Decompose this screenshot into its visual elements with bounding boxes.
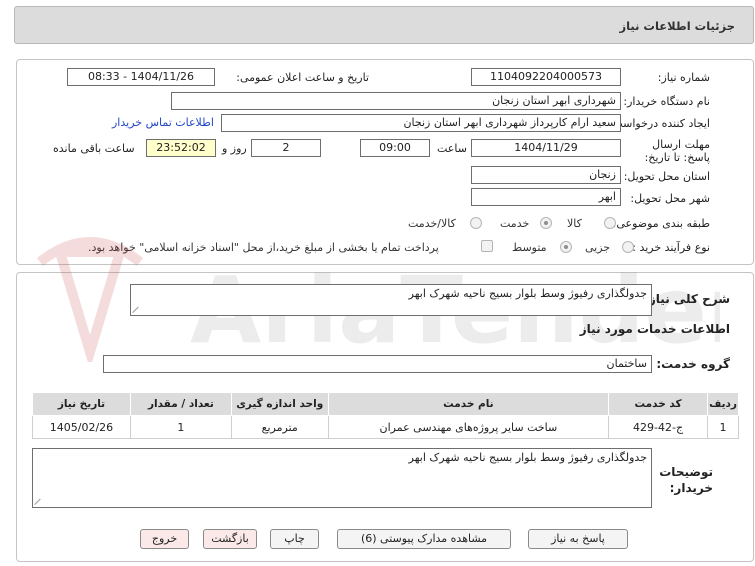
category-goods-radio[interactable] bbox=[604, 217, 616, 229]
print-button[interactable]: چاپ bbox=[270, 529, 319, 549]
need-number-field: 1104092204000573 bbox=[471, 68, 621, 86]
treasury-checkbox[interactable] bbox=[481, 240, 493, 252]
buyer-contact-link[interactable]: اطلاعات تماس خریدار bbox=[112, 116, 214, 129]
back-button[interactable]: بازگشت bbox=[203, 529, 257, 549]
services-table: ردیف کد خدمت نام خدمت واحد اندازه گیری ت… bbox=[32, 392, 739, 439]
col-service-name: نام خدمت bbox=[327, 392, 610, 416]
cell-service-name: ساخت سایر پروژه‌های مهندسی عمران bbox=[327, 415, 610, 439]
buyer-org-field: شهرداری ابهر استان زنجان bbox=[171, 92, 621, 110]
buyer-notes-field: جدولگذاری رفیوژ وسط بلوار بسیج ناحیه شهر… bbox=[32, 448, 652, 508]
table-row: 1 ج-42-429 ساخت سایر پروژه‌های مهندسی عم… bbox=[32, 415, 739, 439]
buyer-notes-text: جدولگذاری رفیوژ وسط بلوار بسیج ناحیه شهر… bbox=[408, 451, 647, 464]
col-unit: واحد اندازه گیری bbox=[230, 392, 329, 416]
deadline-time-label: ساعت bbox=[437, 142, 467, 155]
col-row-number: ردیف bbox=[707, 392, 739, 416]
category-service-radio[interactable] bbox=[540, 217, 552, 229]
title-bar: جزئیات اطلاعات نیاز bbox=[14, 6, 754, 44]
days-field: 2 bbox=[251, 139, 321, 157]
cell-row-number: 1 bbox=[707, 415, 739, 439]
creator-field: سعید ارام کارپرداز شهرداری ابهر استان زن… bbox=[221, 114, 621, 132]
province-field: زنجان bbox=[471, 166, 621, 184]
col-need-date: تاریخ نیاز bbox=[32, 392, 131, 416]
deadline-date-field: 1404/11/29 bbox=[471, 139, 621, 157]
category-label: طبقه بندی موضوعی: bbox=[612, 217, 710, 230]
col-quantity: تعداد / مقدار bbox=[129, 392, 232, 416]
announce-label: تاریخ و ساعت اعلان عمومی: bbox=[236, 71, 369, 84]
cell-unit: مترمربع bbox=[230, 415, 329, 439]
buyer-org-label: نام دستگاه خریدار: bbox=[623, 95, 710, 108]
cell-service-code: ج-42-429 bbox=[608, 415, 709, 439]
deadline-label: مهلت ارسال پاسخ: تا تاریخ: bbox=[644, 138, 710, 164]
days-label: روز و bbox=[222, 142, 247, 155]
view-attachments-button[interactable]: مشاهده مدارک پیوستی (6) bbox=[337, 529, 511, 549]
process-medium-label: متوسط bbox=[512, 241, 547, 254]
category-goods-label: کالا bbox=[567, 217, 582, 230]
process-minor-label: جزیی bbox=[585, 241, 611, 254]
remaining-time-field: 23:52:02 bbox=[146, 139, 216, 157]
general-desc-label: شرح کلی نیاز: bbox=[644, 292, 730, 306]
services-title: اطلاعات خدمات مورد نیاز bbox=[579, 322, 730, 336]
exit-button[interactable]: خروج bbox=[140, 529, 189, 549]
city-field: ابهر bbox=[471, 188, 621, 206]
process-medium-radio[interactable] bbox=[560, 241, 572, 253]
resize-handle-icon[interactable] bbox=[133, 305, 141, 313]
category-both-label: کالا/خدمت bbox=[408, 217, 456, 230]
payment-note: پرداخت تمام یا بخشی از مبلغ خرید،از محل … bbox=[88, 241, 439, 254]
table-header-row: ردیف کد خدمت نام خدمت واحد اندازه گیری ت… bbox=[32, 392, 739, 416]
category-service-label: خدمت bbox=[500, 217, 530, 230]
creator-label: ایجاد کننده درخواست: bbox=[608, 117, 710, 130]
resize-handle-icon[interactable] bbox=[35, 497, 43, 505]
category-both-radio[interactable] bbox=[470, 217, 482, 229]
col-service-code: کد خدمت bbox=[608, 392, 709, 416]
service-group-label: گروه خدمت: bbox=[656, 357, 730, 371]
province-label: استان محل تحویل: bbox=[623, 170, 710, 183]
city-label: شهر محل تحویل: bbox=[630, 192, 710, 205]
deadline-time-field: 09:00 bbox=[360, 139, 430, 157]
announce-field: 1404/11/26 - 08:33 bbox=[67, 68, 215, 86]
process-label: نوع فرآیند خرید : bbox=[632, 241, 710, 254]
general-desc-text: جدولگذاری رفیوژ وسط بلوار بسیج ناحیه شهر… bbox=[408, 287, 647, 300]
process-minor-radio[interactable] bbox=[622, 241, 634, 253]
need-number-label: شماره نیاز: bbox=[657, 71, 710, 84]
page-title: جزئیات اطلاعات نیاز bbox=[619, 19, 735, 33]
service-group-field: ساختمان bbox=[103, 355, 652, 373]
cell-need-date: 1405/02/26 bbox=[32, 415, 131, 439]
buyer-notes-label: توضیحات خریدار: bbox=[659, 465, 713, 495]
general-desc-field: جدولگذاری رفیوژ وسط بلوار بسیج ناحیه شهر… bbox=[130, 284, 652, 316]
remaining-time-label: ساعت باقی مانده bbox=[53, 142, 135, 155]
cell-quantity: 1 bbox=[129, 415, 232, 439]
reply-button[interactable]: پاسخ به نیاز bbox=[528, 529, 628, 549]
